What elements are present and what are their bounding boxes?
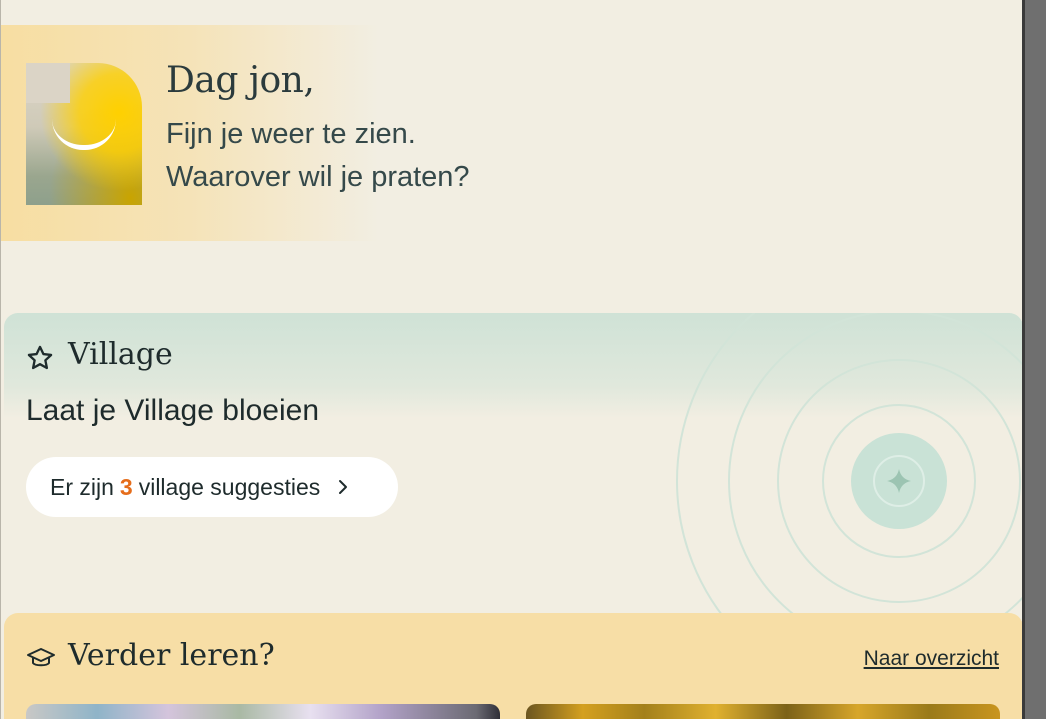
village-subtitle: Laat je Village bloeien (26, 394, 320, 427)
learn-title: Verder leren? (68, 638, 275, 673)
learn-thumbnail-1[interactable] (26, 704, 500, 719)
greeting-line-1: Fijn je weer te zien. (166, 118, 416, 150)
overview-link[interactable]: Naar overzicht (864, 647, 999, 671)
chevron-right-icon (339, 480, 348, 494)
learn-thumbnail-2[interactable] (526, 704, 1000, 719)
suggestion-prefix: Er zijn (50, 473, 114, 500)
village-suggestions-button[interactable]: Er zijn 3 village suggesties (26, 457, 398, 517)
village-rings-decoration (676, 313, 1023, 633)
graduation-cap-icon (27, 648, 55, 667)
village-title: Village (68, 337, 173, 372)
star-icon (27, 345, 53, 370)
greeting-line-2: Waarover wil je praten? (166, 161, 470, 193)
assistant-avatar (26, 63, 142, 205)
learn-card: Verder leren? Naar overzicht (4, 613, 1023, 719)
suggestion-count: 3 (119, 473, 133, 500)
smile-icon (52, 119, 116, 150)
window-edge (1022, 0, 1025, 719)
greeting-title: Dag jon, (166, 60, 315, 101)
suggestion-suffix: village suggesties (138, 473, 321, 500)
app-window: Dag jon, Fijn je weer te zien. Waarover … (0, 0, 1023, 719)
village-card: Village Laat je Village bloeien Er zijn … (4, 313, 1023, 643)
avatar-notch (26, 63, 70, 103)
